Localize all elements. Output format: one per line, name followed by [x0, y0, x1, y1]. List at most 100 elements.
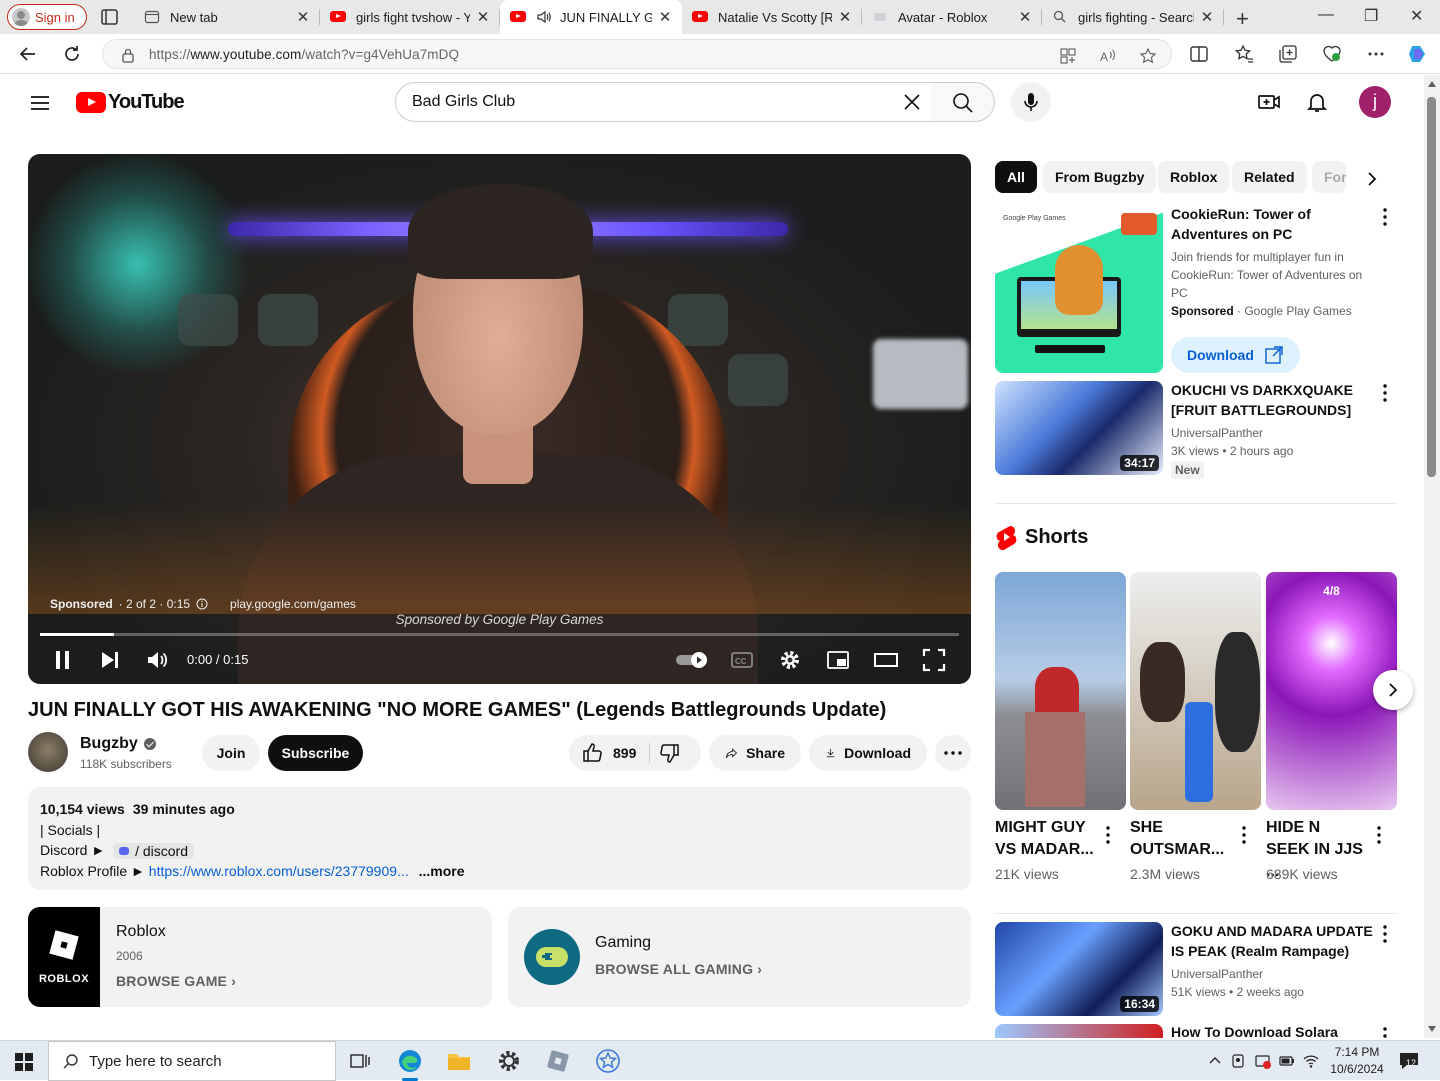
- back-button[interactable]: [16, 42, 40, 66]
- short-thumbnail[interactable]: [1130, 572, 1261, 810]
- category-card-gaming[interactable]: Gaming BROWSE ALL GAMING ›: [508, 907, 971, 1007]
- account-avatar[interactable]: j: [1359, 86, 1391, 118]
- autoplay-toggle[interactable]: [675, 651, 711, 669]
- video-player[interactable]: Sponsored · 2 of 2 · 0:15 play.google.co…: [28, 154, 971, 684]
- browser-essentials-icon[interactable]: [1321, 43, 1343, 65]
- tab-close-icon[interactable]: ✕: [296, 8, 310, 26]
- battery-icon[interactable]: [1278, 1052, 1296, 1070]
- favorite-star-icon[interactable]: [1139, 47, 1157, 65]
- tab-close-icon[interactable]: ✕: [658, 8, 672, 26]
- restore-button[interactable]: ❐: [1364, 6, 1378, 26]
- read-aloud-icon[interactable]: A: [1099, 47, 1117, 65]
- video-menu-icon[interactable]: [1373, 1024, 1397, 1038]
- clear-search-icon[interactable]: [900, 90, 924, 114]
- show-more-button[interactable]: ...more: [419, 863, 465, 879]
- tab-new-tab[interactable]: New tab ✕: [134, 0, 320, 34]
- people-tray-icon[interactable]: [1230, 1052, 1248, 1070]
- browse-game-link[interactable]: BROWSE GAME ›: [116, 973, 236, 989]
- app-available-icon[interactable]: [1059, 47, 1077, 65]
- download-button[interactable]: Download: [809, 735, 927, 771]
- short-menu-icon[interactable]: [1096, 823, 1120, 847]
- collections-icon[interactable]: [1277, 43, 1299, 65]
- tab-close-icon[interactable]: ✕: [838, 8, 852, 26]
- video-channel[interactable]: UniversalPanther: [1171, 424, 1376, 442]
- chips-scroll-right-icon[interactable]: [1360, 167, 1384, 191]
- tab-close-icon[interactable]: ✕: [1200, 8, 1214, 26]
- close-window-button[interactable]: ✕: [1410, 6, 1423, 26]
- short-thumbnail[interactable]: [995, 572, 1126, 810]
- video-title[interactable]: OKUCHI VS DARKXQUAKE [FRUIT BATTLEGROUND…: [1171, 380, 1376, 420]
- video-title[interactable]: How To Download Solara (FREE): [1171, 1022, 1376, 1038]
- roblox-profile-link[interactable]: https://www.roblox.com/users/23779909...: [149, 863, 409, 879]
- refresh-button[interactable]: [60, 42, 84, 66]
- edge-browser-icon[interactable]: [396, 1047, 424, 1081]
- create-video-icon[interactable]: [1257, 90, 1281, 114]
- chip-from-bugzby[interactable]: From Bugzby: [1043, 161, 1157, 193]
- ad-download-button[interactable]: Download: [1171, 337, 1300, 373]
- video-description[interactable]: 10,154 views 39 minutes ago | Socials | D…: [28, 787, 971, 890]
- subscribe-button[interactable]: Subscribe: [268, 735, 363, 771]
- video-thumbnail[interactable]: 34:17: [995, 381, 1163, 475]
- short-menu-icon[interactable]: [1367, 823, 1391, 847]
- video-title[interactable]: GOKU AND MADARA UPDATE IS PEAK (Realm Ra…: [1171, 921, 1376, 961]
- progress-bar[interactable]: [40, 633, 959, 636]
- video-thumbnail[interactable]: [995, 1024, 1163, 1038]
- scroll-up-icon[interactable]: [1428, 81, 1436, 87]
- ad-title[interactable]: CookieRun: Tower of Adventures on PC: [1171, 204, 1376, 244]
- video-thumbnail[interactable]: 16:34: [995, 922, 1163, 1016]
- copilot-icon[interactable]: [1406, 43, 1428, 65]
- tab-youtube-natalie[interactable]: Natalie Vs Scotty [Rour ✕: [682, 0, 862, 34]
- ad-thumbnail[interactable]: Google Play Games: [995, 205, 1163, 373]
- chip-for-you[interactable]: For: [1312, 161, 1346, 193]
- like-button[interactable]: 899: [569, 735, 649, 771]
- chip-related[interactable]: Related: [1232, 161, 1307, 193]
- page-scrollbar[interactable]: [1424, 75, 1440, 1038]
- wifi-icon[interactable]: [1302, 1052, 1320, 1070]
- dislike-button[interactable]: [657, 741, 681, 765]
- youtube-logo[interactable]: YouTube: [76, 91, 185, 114]
- settings-app-icon[interactable]: [495, 1047, 523, 1075]
- scrollbar-thumb[interactable]: [1427, 97, 1436, 477]
- lock-icon[interactable]: [121, 47, 135, 63]
- windows-start-icon[interactable]: [15, 1053, 33, 1071]
- notifications-bell-icon[interactable]: [1305, 90, 1329, 114]
- settings-gear-icon[interactable]: [777, 647, 803, 673]
- channel-avatar[interactable]: [28, 732, 68, 772]
- new-tab-button[interactable]: +: [1236, 6, 1249, 32]
- security-tray-icon[interactable]: [1254, 1052, 1272, 1070]
- join-button[interactable]: Join: [202, 735, 260, 771]
- profile-signin-button[interactable]: Sign in: [7, 4, 87, 30]
- taskbar-search-box[interactable]: Type here to search: [48, 1041, 336, 1081]
- miniplayer-button[interactable]: [825, 647, 851, 673]
- settings-more-icon[interactable]: [1365, 43, 1387, 65]
- more-actions-button[interactable]: [935, 735, 971, 771]
- tab-close-icon[interactable]: ✕: [1018, 8, 1032, 26]
- menu-icon[interactable]: [28, 91, 52, 115]
- notification-center-icon[interactable]: 12: [1398, 1051, 1420, 1071]
- file-explorer-icon[interactable]: [445, 1047, 473, 1075]
- favorites-icon[interactable]: [1233, 43, 1255, 65]
- address-bar[interactable]: https://www.youtube.com/watch?v=g4VehUa7…: [102, 39, 1172, 69]
- video-menu-icon[interactable]: [1373, 381, 1397, 405]
- system-clock[interactable]: 7:14 PM 10/6/2024: [1326, 1044, 1388, 1078]
- chip-all[interactable]: All: [995, 161, 1037, 193]
- volume-button[interactable]: [144, 647, 170, 673]
- scroll-down-icon[interactable]: [1428, 1026, 1436, 1032]
- video-channel[interactable]: UniversalPanther: [1171, 965, 1376, 983]
- tab-roblox-avatar[interactable]: Avatar - Roblox ✕: [862, 0, 1042, 34]
- tab-actions-icon[interactable]: [100, 8, 120, 26]
- discord-link-chip[interactable]: / discord: [113, 843, 195, 859]
- favorites-app-icon[interactable]: [594, 1047, 622, 1075]
- audio-playing-icon[interactable]: [536, 9, 554, 25]
- game-card-roblox[interactable]: ROBLOX Roblox 2006 BROWSE GAME ›: [28, 907, 492, 1007]
- search-input[interactable]: Bad Girls Club: [395, 82, 932, 122]
- task-view-icon[interactable]: [346, 1047, 374, 1075]
- share-button[interactable]: Share: [709, 735, 801, 771]
- pause-button[interactable]: [50, 647, 76, 673]
- tab-bing-search[interactable]: girls fighting - Search ✕: [1042, 0, 1224, 34]
- shorts-next-button[interactable]: [1373, 670, 1413, 710]
- next-button[interactable]: [97, 647, 123, 673]
- split-screen-icon[interactable]: [1188, 43, 1210, 65]
- search-button[interactable]: [931, 82, 995, 122]
- ad-url-link[interactable]: play.google.com/games: [230, 597, 356, 611]
